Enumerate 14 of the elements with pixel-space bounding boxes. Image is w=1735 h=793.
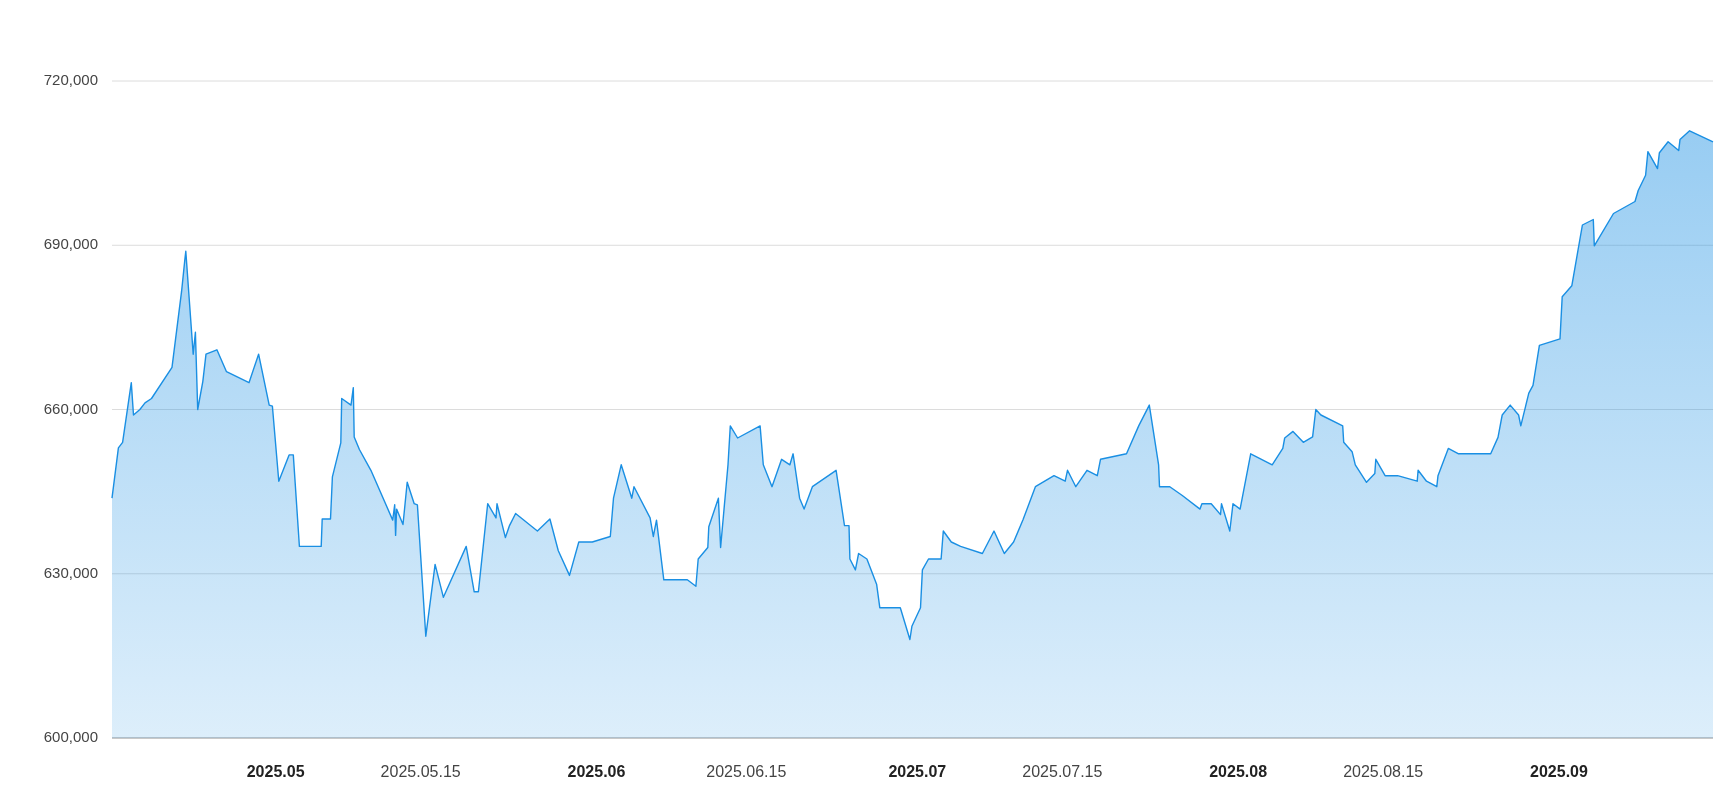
axis-label: 2025.05 [246,762,305,781]
axis-label: 2025.05.15 [380,762,461,781]
axis-label: 2025.06 [567,762,626,781]
axis-label: 660,000 [43,399,98,418]
axis-label: 630,000 [43,563,98,582]
axis-label: 690,000 [43,235,98,254]
axis-label: 2025.06.15 [706,762,787,781]
axis-label: 2025.08 [1209,762,1268,781]
axis-label: 600,000 [43,728,98,746]
axis-label: 720,000 [43,71,98,89]
axis-label: 2025.09 [1530,762,1588,781]
axis-label: 2025.07.15 [1022,762,1103,781]
axis-label: 2025.07 [888,762,947,781]
axis-label: 2025.08.15 [1343,762,1424,781]
